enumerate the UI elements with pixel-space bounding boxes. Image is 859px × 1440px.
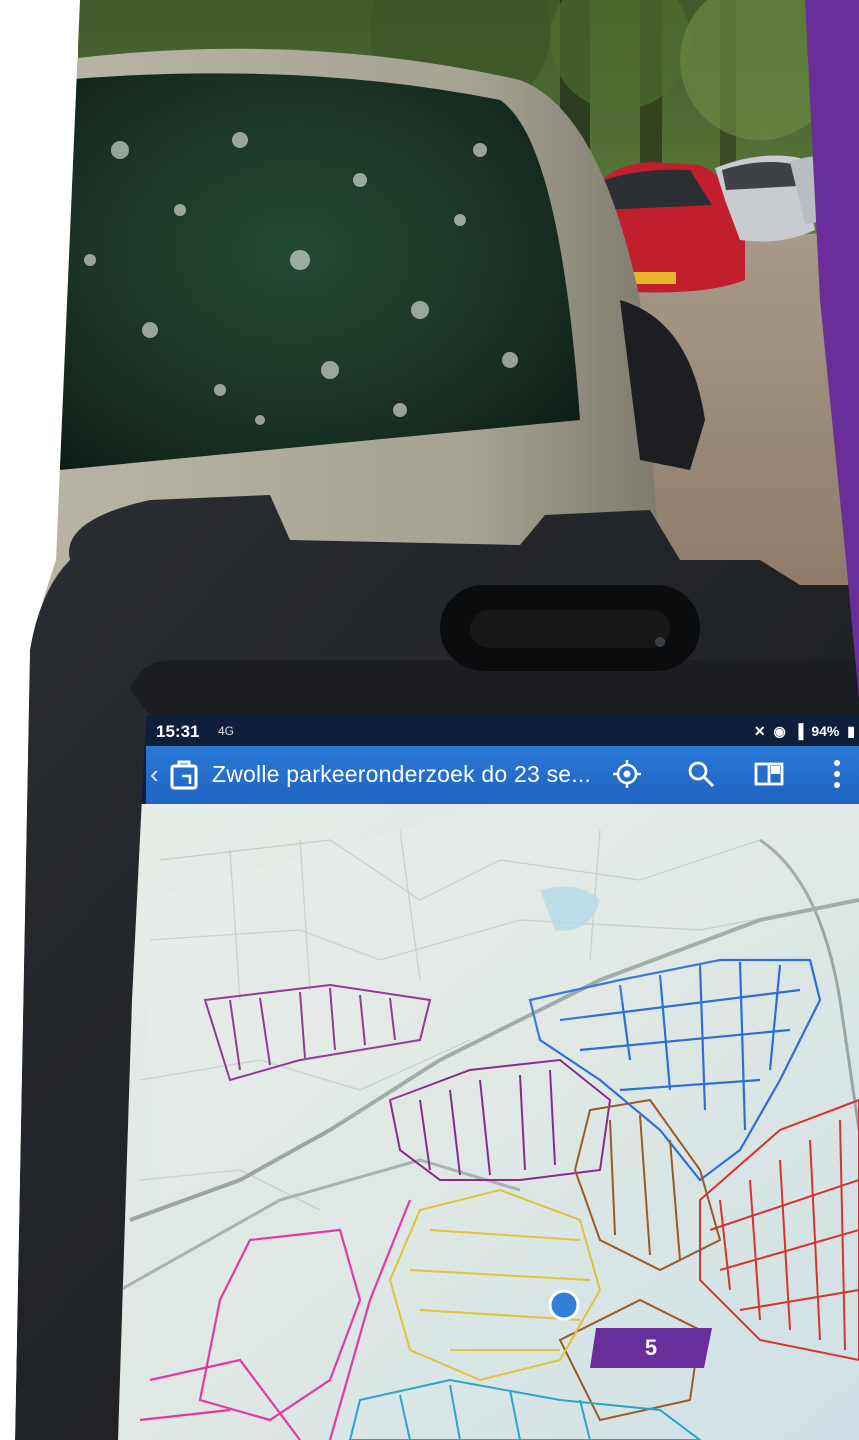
- more-icon[interactable]: [830, 756, 844, 792]
- search-icon[interactable]: [684, 757, 718, 791]
- status-right-group: ✕ ◉ ▐ 94% ▮: [750, 723, 855, 740]
- layers-icon[interactable]: [752, 757, 786, 791]
- location-icon: ◉: [773, 723, 786, 739]
- current-location-marker[interactable]: [548, 1289, 580, 1321]
- page-number: 5: [644, 1335, 658, 1360]
- back-icon[interactable]: ‹: [150, 759, 159, 790]
- page-number-badge: 5: [590, 1328, 712, 1368]
- locate-icon[interactable]: [610, 757, 644, 791]
- signal-icon: ▐: [793, 723, 804, 739]
- status-battery: 94%: [811, 723, 840, 739]
- map-icon: [170, 760, 198, 790]
- app-bar: ‹ Zwolle parkeeronderzoek do 23 se...: [146, 746, 859, 804]
- status-network: 4G: [218, 724, 235, 738]
- status-bar: 15:31 4G ✕ ◉ ▐ 94% ▮: [148, 718, 859, 746]
- battery-icon: ▮: [847, 723, 855, 739]
- mute-icon: ✕: [753, 723, 766, 739]
- status-time: 15:31: [156, 722, 200, 741]
- app-title: Zwolle parkeeronderzoek do 23 se...: [212, 761, 592, 787]
